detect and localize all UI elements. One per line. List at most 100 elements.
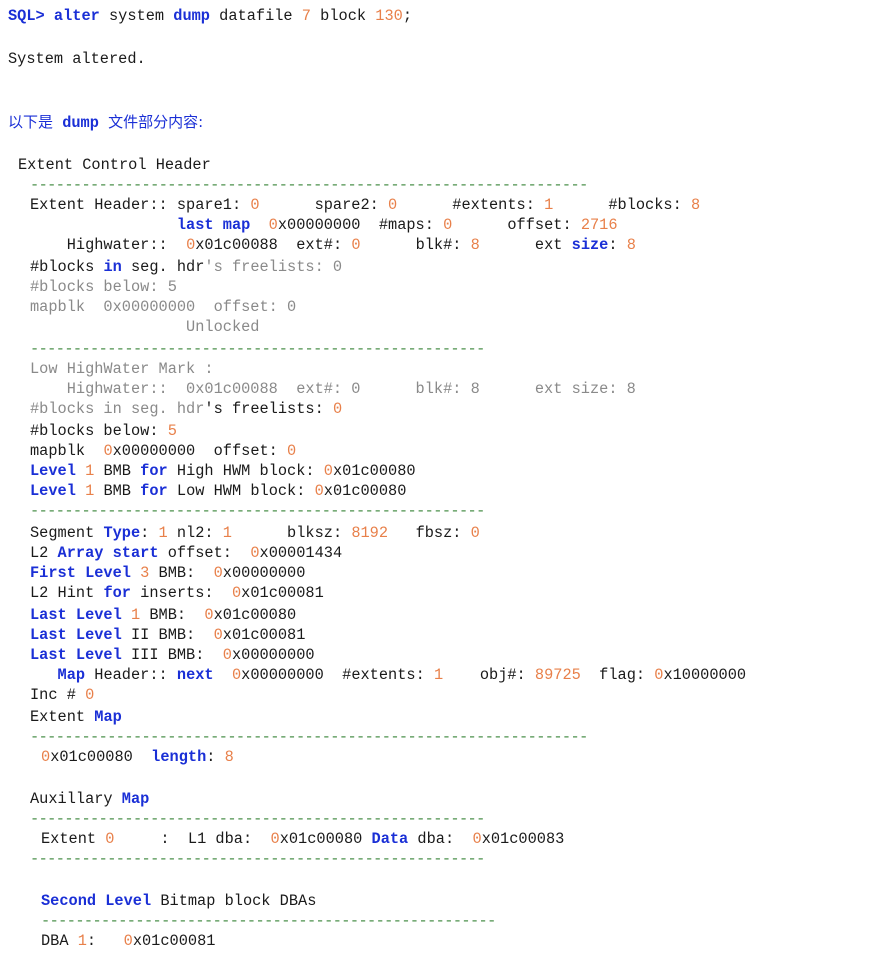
dba-row: DBA 1: 0x01c00081 [41, 931, 215, 951]
label: offset: [195, 442, 288, 460]
flag-value: x10000000 [663, 666, 747, 684]
pad [362, 830, 371, 848]
last-level-1-value: x01c00080 [213, 606, 297, 624]
extent-map-row: 0x01c00080 length: 8 [41, 747, 234, 767]
divider: ----------------------------------------… [30, 810, 485, 828]
divider: ----------------------------------------… [30, 728, 588, 746]
freelists-value: 0 [332, 400, 343, 418]
label: offset: [452, 216, 581, 234]
hex-prefix: 0 [222, 646, 232, 664]
label: : [140, 524, 159, 542]
label: flag: [580, 666, 655, 684]
blksz-value: 8192 [351, 524, 389, 542]
intro-prefix: 以下是 [8, 113, 54, 131]
keyword-array-start: Array start [57, 544, 159, 562]
dba-value: x01c00081 [132, 932, 216, 950]
label: L2 [30, 544, 58, 562]
divider: ----------------------------------------… [30, 502, 485, 520]
blocks-below-value: 5 [167, 422, 177, 440]
label: #maps: [360, 216, 444, 234]
last-level-3-line: Last Level III BMB: 0x00000000 [30, 645, 315, 665]
blocks-below-line: #blocks below: 5 [30, 278, 177, 296]
obj-value: 89725 [534, 666, 581, 684]
spare2-value: 0 [388, 196, 398, 214]
keyword-level: Level [30, 462, 76, 480]
level-number: 1 [121, 606, 141, 624]
keyword-second-level: Second Level [41, 892, 152, 910]
second-level-title: Second Level Bitmap block DBAs [41, 891, 316, 911]
label: Auxillary [30, 790, 122, 808]
keyword-level: Level [30, 482, 76, 500]
level-number: 1 [75, 462, 95, 480]
hex-prefix: 0 [323, 462, 333, 480]
label: fbsz: [388, 524, 471, 542]
label: nl2: [167, 524, 223, 542]
sql-prompt: SQL> [8, 7, 45, 25]
pad [30, 666, 58, 684]
lhwm-mapblk-line: mapblk 0x00000000 offset: 0 [30, 441, 296, 461]
keyword-map: Map [94, 708, 122, 726]
freelists-value: 's freelists: 0 [204, 258, 343, 276]
label: Extent Header:: spare1: [30, 196, 251, 214]
l2-hint-value: x01c00081 [241, 584, 324, 602]
label: BMB [94, 482, 141, 500]
mapblk-value: x00000000 [112, 442, 196, 460]
level1-high-hwm-line: Level 1 BMB for High HWM block: 0x01c000… [30, 461, 416, 481]
label: #blocks below: [30, 422, 168, 440]
label: II BMB: [121, 626, 214, 644]
keyword-last-level: Last Level [30, 606, 122, 624]
keyword-last-map: last map [176, 216, 251, 234]
lhwm-freelists-line: #blocks in seg. hdr's freelists: 0 [30, 399, 342, 419]
l2-array-line: L2 Array start offset: 0x00001434 [30, 543, 342, 563]
offset-value: 0 [287, 442, 297, 460]
label: L2 Hint [30, 584, 104, 602]
text-system: system [109, 7, 165, 25]
freelists-line: #blocks in seg. hdr's freelists: 0 [30, 257, 342, 277]
level-number: 3 [130, 564, 150, 582]
semicolon: ; [402, 7, 412, 25]
first-level-line: First Level 3 BMB: 0x00000000 [30, 563, 305, 583]
keyword-in: in [103, 258, 122, 276]
label: BMB [94, 462, 141, 480]
unlocked-line: Unlocked [30, 318, 260, 336]
keyword-type: Type [103, 524, 141, 542]
low-hwm-block-value: x01c00080 [323, 482, 407, 500]
divider: ----------------------------------------… [41, 912, 496, 930]
label: #extents: [323, 666, 434, 684]
keyword-size: size [571, 236, 609, 254]
label: III BMB: [121, 646, 223, 664]
extents-value: 1 [544, 196, 554, 214]
text-block: block [320, 7, 367, 25]
mapblk-line: mapblk 0x00000000 offset: 0 [30, 298, 297, 316]
intro-suffix: 文件部分内容: [108, 113, 204, 131]
aux-map-title: Auxillary Map [30, 789, 149, 809]
hex-prefix: 0 [472, 830, 482, 848]
last-level-2-value: x01c00081 [222, 626, 306, 644]
label: BMB: [140, 606, 205, 624]
text-datafile: datafile [219, 7, 293, 25]
segment-type-line: Segment Type: 1 nl2: 1 blksz: 8192 fbsz:… [30, 523, 480, 543]
highwater-value: x01c00088 [195, 236, 278, 254]
high-hwm-block-value: x01c00080 [332, 462, 416, 480]
hex-prefix: 0 [314, 482, 324, 500]
label: : [206, 748, 225, 766]
highwater-line: Highwater:: 0x01c00088 ext#: 0 blk#: 8 e… [30, 235, 636, 255]
intro-keyword: dump [62, 114, 99, 132]
last-level-3-value: x00000000 [231, 646, 315, 664]
ech-title: Extent Control Header [18, 156, 211, 174]
pad [250, 216, 268, 234]
hex-prefix: 0 [231, 584, 242, 602]
label: Inc # [30, 686, 86, 704]
keyword-data: Data [371, 830, 409, 848]
hex-prefix: 0 [213, 626, 223, 644]
block-number: 130 [375, 7, 403, 25]
label: spare2: [259, 196, 389, 214]
first-level-bmb-value: x00000000 [222, 564, 306, 582]
label: #blocks [30, 258, 104, 276]
level-number: 1 [75, 482, 95, 500]
label: 's freelists: [204, 400, 333, 418]
inc-value: 0 [85, 686, 95, 704]
keyword-map: Map [121, 790, 150, 808]
hex-prefix: 0 [103, 442, 113, 460]
spare1-value: 0 [250, 196, 260, 214]
